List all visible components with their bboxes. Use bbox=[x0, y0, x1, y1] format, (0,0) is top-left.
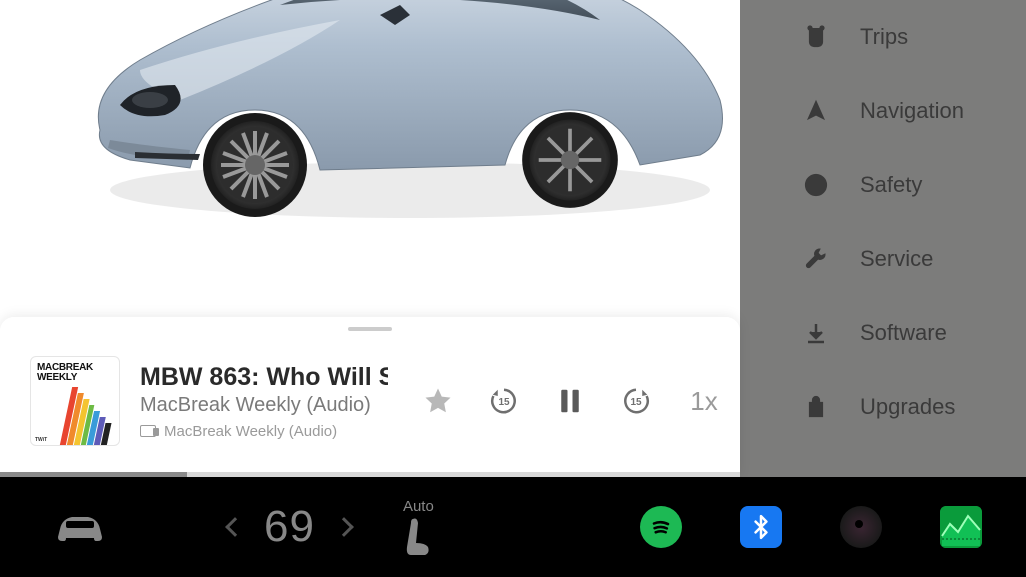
energy-app-button[interactable] bbox=[940, 506, 982, 548]
album-text-2: WEEKLY bbox=[37, 373, 77, 383]
bluetooth-app-button[interactable] bbox=[740, 506, 782, 548]
track-source-label: MacBreak Weekly (Audio) bbox=[164, 423, 337, 440]
playback-speed-button[interactable]: 1x bbox=[686, 386, 722, 417]
drawer-handle[interactable] bbox=[348, 327, 392, 331]
seat-mode-label: Auto bbox=[403, 498, 434, 515]
sidebar-item-label: Service bbox=[860, 246, 933, 272]
skip-forward-15-button[interactable]: 15 bbox=[620, 385, 652, 417]
track-artist: MacBreak Weekly (Audio) bbox=[140, 394, 388, 417]
album-artwork[interactable]: MACBREAK WEEKLY TWiT bbox=[30, 356, 120, 446]
sidebar-item-software[interactable]: Software bbox=[740, 296, 1026, 370]
settings-sidebar: Trips Navigation Safety Service Software… bbox=[740, 0, 1026, 477]
skip-back-15-button[interactable]: 15 bbox=[488, 385, 520, 417]
sidebar-item-label: Software bbox=[860, 320, 947, 346]
album-corner-text: TWiT bbox=[35, 437, 47, 443]
sidebar-item-label: Safety bbox=[860, 172, 922, 198]
album-art-graphic bbox=[59, 387, 119, 445]
sidebar-item-trips[interactable]: Trips bbox=[740, 0, 1026, 74]
car-controls-button[interactable] bbox=[52, 509, 108, 545]
track-info: MBW 863: Who Will S MacBreak Weekly (Aud… bbox=[140, 363, 388, 440]
sidebar-item-label: Upgrades bbox=[860, 394, 955, 420]
media-controls: 15 15 1x bbox=[422, 385, 722, 417]
sidebar-item-upgrades[interactable]: Upgrades bbox=[740, 370, 1026, 444]
sidebar-item-label: Trips bbox=[860, 24, 908, 50]
navigation-icon bbox=[802, 97, 830, 125]
seat-heater-button[interactable]: Auto bbox=[403, 498, 434, 557]
sidebar-item-label: Navigation bbox=[860, 98, 964, 124]
media-player-panel: MACBREAK WEEKLY TWiT MBW 863: Who Will S… bbox=[0, 317, 740, 477]
favorite-button[interactable] bbox=[422, 385, 454, 417]
software-icon bbox=[802, 319, 830, 347]
spotify-app-button[interactable] bbox=[640, 506, 682, 548]
dashcam-app-button[interactable] bbox=[840, 506, 882, 548]
svg-text:15: 15 bbox=[498, 397, 510, 408]
seat-icon bbox=[403, 517, 433, 557]
track-source: MacBreak Weekly (Audio) bbox=[140, 423, 388, 440]
track-title: MBW 863: Who Will S bbox=[140, 363, 388, 392]
sidebar-item-safety[interactable]: Safety bbox=[740, 148, 1026, 222]
sidebar-item-service[interactable]: Service bbox=[740, 222, 1026, 296]
bottom-dock: 69 Auto bbox=[0, 477, 1026, 577]
temp-increase-button[interactable] bbox=[334, 517, 354, 537]
upgrades-icon bbox=[802, 393, 830, 421]
temp-decrease-button[interactable] bbox=[225, 517, 245, 537]
svg-text:15: 15 bbox=[630, 397, 642, 408]
climate-temperature-control: 69 bbox=[228, 502, 351, 552]
service-icon bbox=[802, 245, 830, 273]
pause-button[interactable] bbox=[554, 385, 586, 417]
temperature-value[interactable]: 69 bbox=[264, 502, 315, 552]
podcast-source-icon bbox=[140, 425, 156, 437]
sidebar-item-navigation[interactable]: Navigation bbox=[740, 74, 1026, 148]
vehicle-render bbox=[80, 0, 740, 240]
safety-icon bbox=[802, 171, 830, 199]
trips-icon bbox=[802, 23, 830, 51]
